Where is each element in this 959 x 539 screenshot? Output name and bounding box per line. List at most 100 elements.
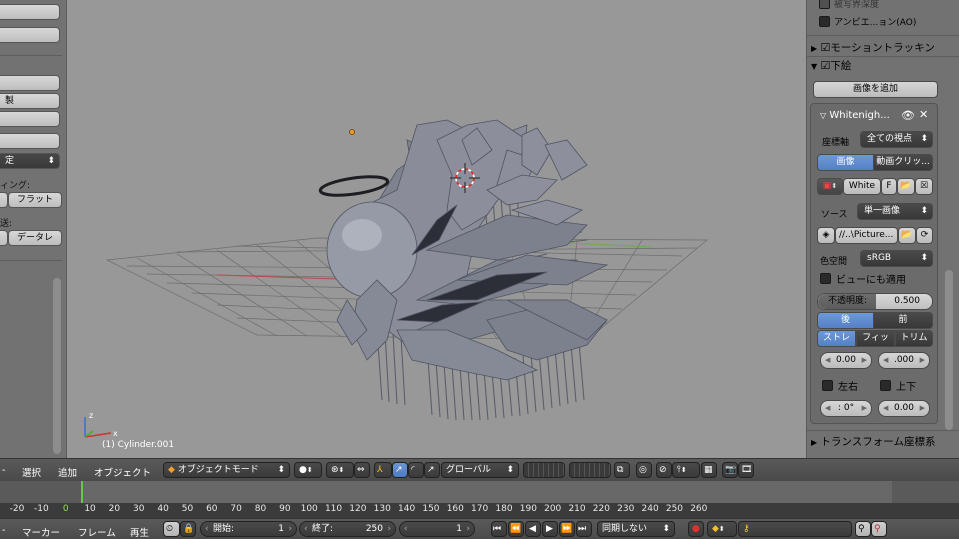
snap-target-icon[interactable]: ▦ — [701, 462, 717, 478]
prev-keyframe-icon[interactable]: ⏪ — [508, 521, 524, 537]
scale-icon[interactable]: ↗ — [424, 462, 440, 478]
opacity-slider[interactable]: 不透明度: 0.500 — [817, 293, 933, 310]
transform-orientation-section[interactable]: ▶ トランスフォーム座標系 — [811, 434, 935, 449]
menu-frame[interactable]: フレーム — [78, 525, 116, 539]
dof-row[interactable]: 被写界深度 — [819, 0, 879, 10]
next-keyframe-icon[interactable]: ⏩ — [559, 521, 575, 537]
checkbox-checked-icon[interactable]: ☑ — [821, 41, 831, 54]
tool-button-1[interactable] — [0, 4, 60, 20]
offset-x-field[interactable]: ◀ 0.00 ▶ — [820, 352, 872, 369]
pivot-align-icon[interactable]: ⇔ — [354, 462, 370, 478]
dof-checkbox[interactable] — [819, 0, 830, 9]
ao-checkbox[interactable] — [819, 16, 830, 27]
filepath-field[interactable]: //..\Picture... — [835, 227, 898, 244]
jump-end-icon[interactable]: ⏭ — [576, 521, 592, 537]
tool-button-6[interactable] — [0, 133, 60, 149]
origin-dropdown[interactable]: 定 ⬍ — [0, 153, 60, 169]
add-image-button[interactable]: 画像を追加 — [813, 81, 938, 98]
pivot-dropdown[interactable]: ⊛⬍ — [326, 462, 354, 478]
menu-add[interactable]: 追加 — [58, 465, 77, 479]
delete-keyframe-icon[interactable]: ⚲ — [871, 521, 887, 537]
header-menu-toggle[interactable]: - — [2, 465, 5, 476]
data-transfer-button[interactable]: データレ — [8, 230, 62, 246]
play-icon[interactable]: ▶ — [542, 521, 558, 537]
view-as-render-row[interactable]: ビューにも適用 — [820, 271, 906, 286]
insert-keyframe-icon[interactable]: ⚲ — [855, 521, 871, 537]
snap-element-dropdown[interactable]: ⫯⬍ — [672, 462, 700, 478]
offset-y-field[interactable]: ◀ .000 ▶ — [878, 352, 930, 369]
layers-block-1[interactable] — [523, 462, 565, 478]
shading-smooth-button[interactable] — [0, 192, 8, 208]
menu-marker[interactable]: マーカー — [22, 525, 60, 539]
close-icon[interactable]: ✕ — [919, 108, 928, 121]
file-browse-icon[interactable]: ◈ — [817, 227, 835, 244]
image-item-header[interactable]: ▽ Whitenigh... — [820, 110, 890, 121]
layers-block-2[interactable] — [569, 462, 611, 478]
tool-button-5[interactable] — [0, 111, 60, 127]
background-images-section[interactable]: ▼ ☑下絵 — [811, 58, 851, 73]
rotation-field[interactable]: ◀: 0° ▶ — [820, 400, 872, 417]
back-toggle[interactable]: 後 — [817, 312, 874, 329]
flip-y-checkbox[interactable] — [880, 380, 891, 391]
shelf-scrollbar[interactable] — [53, 278, 61, 454]
lock-icon[interactable]: 🔒 — [180, 521, 196, 537]
flip-x-row[interactable]: 左右 — [822, 378, 858, 393]
keying-set-field[interactable]: ⚷ — [738, 521, 852, 537]
start-frame-field[interactable]: ‹ 開始: 1 › — [200, 521, 297, 537]
open-folder-icon[interactable]: 📂 — [897, 178, 915, 195]
tab-movie-clip[interactable]: 動画クリッ... — [873, 154, 933, 171]
translate-icon[interactable]: ↗ — [392, 462, 408, 478]
proportional-edit-icon[interactable]: ◎ — [636, 462, 652, 478]
duplicate-button[interactable]: 製 — [0, 93, 60, 109]
view-as-render-checkbox[interactable] — [820, 273, 831, 284]
colorspace-dropdown[interactable]: sRGB ⬍ — [860, 250, 933, 267]
mode-dropdown[interactable]: ◆ オブジェクトモード ⬍ — [163, 462, 290, 478]
end-frame-field[interactable]: ‹ 終了: 250 › — [299, 521, 396, 537]
front-toggle[interactable]: 前 — [873, 312, 933, 329]
header-menu-toggle[interactable]: - — [2, 525, 5, 536]
eye-icon[interactable]: 👁 — [901, 109, 915, 122]
checkbox-checked-icon[interactable]: ☑ — [821, 59, 831, 72]
flip-y-row[interactable]: 上下 — [880, 378, 916, 393]
tool-button-3[interactable] — [0, 75, 60, 91]
record-icon[interactable]: ● — [688, 521, 704, 537]
play-reverse-icon[interactable]: ◀ — [525, 521, 541, 537]
manipulator-icon[interactable]: ⅄ — [374, 462, 392, 478]
menu-object[interactable]: オブジェクト — [94, 465, 151, 479]
orientation-dropdown[interactable]: グローバル ⬍ — [441, 462, 519, 478]
shading-flat-button[interactable]: フラット — [8, 192, 62, 208]
fake-user-button[interactable]: F — [881, 178, 897, 195]
timeline[interactable]: -20 -10 0 10 20 30 40 50 60 70 80 90 100 110 120 130 140… — [0, 481, 959, 518]
menu-select[interactable]: 選択 — [22, 465, 41, 479]
timeline-strip[interactable] — [0, 481, 959, 503]
crop-button[interactable]: トリム — [895, 330, 933, 347]
stretch-button[interactable]: ストレ — [817, 330, 856, 347]
image-browse-icon[interactable]: ▣⬍ — [817, 178, 843, 195]
ao-row[interactable]: アンビエ...ョン(AO) — [819, 15, 916, 28]
flip-x-checkbox[interactable] — [822, 380, 833, 391]
preview-range-icon[interactable]: ⏲ — [163, 521, 180, 537]
current-frame-field[interactable]: ‹ 1 › — [399, 521, 475, 537]
fit-button[interactable]: フィッ — [856, 330, 895, 347]
menu-playback[interactable]: 再生 — [130, 525, 149, 539]
reload-icon[interactable]: ⟳ — [916, 227, 933, 244]
tab-image[interactable]: 画像 — [817, 154, 874, 171]
send-left-button[interactable] — [0, 230, 8, 246]
3d-viewport[interactable]: z x (1) Cylinder.001 — [67, 0, 806, 458]
source-dropdown[interactable]: 単一画像 ⬍ — [857, 203, 933, 220]
size-field[interactable]: ◀ 0.00 ▶ — [878, 400, 930, 417]
current-frame-cursor[interactable] — [81, 481, 83, 503]
opengl-render-icon[interactable]: 📷 — [722, 462, 738, 478]
snap-icon[interactable]: ⊘ — [656, 462, 672, 478]
jump-start-icon[interactable]: ⏮ — [491, 521, 507, 537]
image-datablock-name[interactable]: White — [843, 178, 881, 195]
unlink-icon[interactable]: ☒ — [915, 178, 933, 195]
sync-dropdown[interactable]: 同期しない ⬍ — [597, 521, 675, 537]
lock-layers-icon[interactable]: ⧉ — [614, 462, 630, 478]
motion-tracking-section[interactable]: ▶ ☑モーショントラッキン — [811, 40, 935, 55]
rotate-icon[interactable]: ◜ — [408, 462, 424, 478]
shading-dropdown[interactable]: ●⬍ — [294, 462, 322, 478]
keying-dropdown[interactable]: ◆⬍ — [707, 521, 737, 537]
tool-button-2[interactable] — [0, 27, 60, 43]
open-folder-icon[interactable]: 📂 — [898, 227, 916, 244]
